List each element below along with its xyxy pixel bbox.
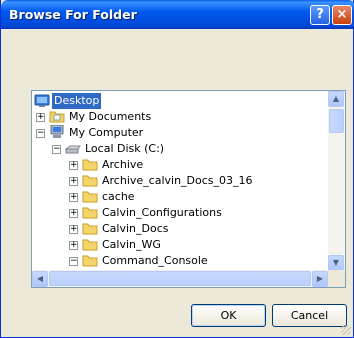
tree-item-label: Local Disk (C:) xyxy=(85,142,165,155)
folder-icon xyxy=(82,159,98,171)
folder-icon xyxy=(82,223,98,235)
expand-plus-icon[interactable]: + xyxy=(69,161,78,170)
folder-tree[interactable]: Desktop + My Documents − My Computer − L… xyxy=(31,90,346,288)
folder-icon xyxy=(82,175,98,187)
folder-icon xyxy=(82,191,98,203)
expand-plus-icon[interactable]: + xyxy=(69,241,78,250)
expand-plus-icon[interactable]: + xyxy=(69,177,78,186)
collapse-minus-icon[interactable]: − xyxy=(69,257,78,266)
folder-icon xyxy=(82,239,98,251)
title-bar[interactable]: Browse For Folder ? × xyxy=(1,0,354,29)
scroll-left-icon[interactable]: ◀ xyxy=(32,271,48,287)
browse-for-folder-dialog: Browse For Folder ? × Desktop + My Docum… xyxy=(0,0,354,338)
folder-icon xyxy=(82,207,98,219)
tree-item-label: Calvin_Docs xyxy=(102,222,169,235)
horizontal-scrollbar[interactable]: ◀ ▶ xyxy=(32,270,328,287)
expand-plus-icon[interactable]: + xyxy=(69,193,78,202)
scrollbar-corner xyxy=(328,270,345,287)
local-disk-icon xyxy=(65,145,81,154)
my-computer-icon xyxy=(50,125,64,138)
tree-item-label: Desktop xyxy=(52,93,102,109)
collapse-minus-icon[interactable]: − xyxy=(36,129,45,138)
tree-item-label: cache xyxy=(102,190,135,203)
dialog-title: Browse For Folder xyxy=(9,7,137,22)
vertical-scroll-thumb[interactable] xyxy=(329,109,344,133)
resize-grip-icon[interactable] xyxy=(341,325,351,335)
collapse-minus-icon[interactable]: − xyxy=(52,145,61,154)
tree-item-label: My Computer xyxy=(69,126,144,139)
expand-plus-icon[interactable]: + xyxy=(69,209,78,218)
my-documents-folder-icon xyxy=(49,111,65,123)
scroll-right-icon[interactable]: ▶ xyxy=(312,271,328,287)
folder-icon xyxy=(82,255,98,267)
horizontal-scroll-thumb[interactable] xyxy=(49,271,311,286)
vertical-scrollbar[interactable]: ▲ ▼ xyxy=(328,91,345,271)
scroll-down-icon[interactable]: ▼ xyxy=(328,255,344,271)
tree-item-label: My Documents xyxy=(69,110,152,123)
tree-item-label: Archive_calvin_Docs_03_16 xyxy=(102,174,253,187)
cancel-button[interactable]: Cancel xyxy=(272,304,347,327)
tree-item-label: Archive xyxy=(102,158,144,171)
expand-plus-icon[interactable]: + xyxy=(36,113,45,122)
tree-item-label: Command_Console xyxy=(102,254,208,267)
tree-item-label: Calvin_WG xyxy=(102,238,161,251)
tree-item-label: Calvin_Configurations xyxy=(102,206,222,219)
expand-plus-icon[interactable]: + xyxy=(69,225,78,234)
scroll-up-icon[interactable]: ▲ xyxy=(328,91,344,107)
help-button[interactable]: ? xyxy=(310,5,330,25)
close-button[interactable]: × xyxy=(332,5,352,25)
ok-button[interactable]: OK xyxy=(191,304,266,327)
desktop-icon xyxy=(34,94,50,107)
